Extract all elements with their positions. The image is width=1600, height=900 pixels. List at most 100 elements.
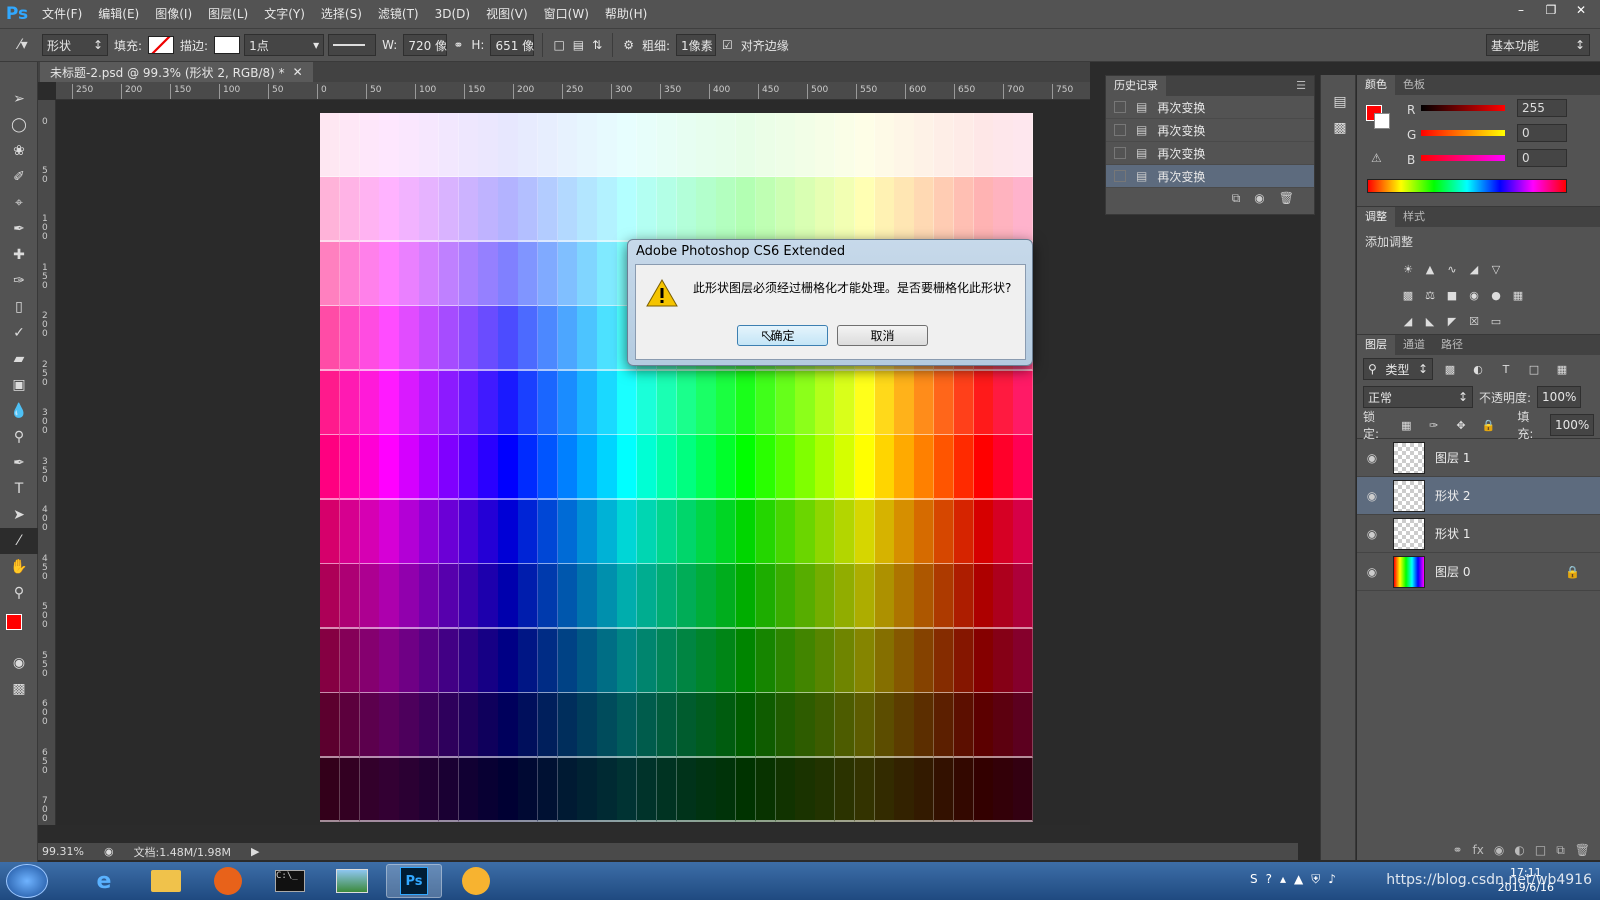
healing-brush-tool-icon[interactable]: ✚ [0, 242, 38, 268]
history-checkbox[interactable] [1114, 124, 1126, 136]
close-tab-icon[interactable]: ✕ [293, 65, 303, 79]
filter-smart-object-icon[interactable]: ▦ [1555, 363, 1569, 376]
quick-select-tool-icon[interactable]: ✐ [0, 164, 38, 190]
tab-adjustments[interactable]: 调整 [1357, 207, 1395, 227]
trash-icon[interactable]: 🗑 [1279, 191, 1294, 205]
cmd-icon[interactable]: C:\_ [262, 864, 318, 898]
history-item[interactable]: ▤ 再次变换 [1106, 96, 1314, 119]
tab-history[interactable]: 历史记录 [1106, 76, 1166, 96]
color-lookup-icon[interactable]: ▦ [1511, 283, 1525, 302]
tray-expand-icon[interactable]: ▴ [1280, 872, 1286, 887]
close-icon[interactable]: ✕ [1566, 0, 1596, 20]
dodge-tool-icon[interactable]: ⚲ [0, 424, 38, 450]
document-size[interactable]: 文档:1.48M/1.98M [134, 844, 231, 860]
minimize-icon[interactable]: – [1506, 0, 1536, 20]
layer-row[interactable]: ◉ 图层 0 🔒 [1357, 553, 1600, 591]
gear-icon[interactable]: ⚙ [621, 38, 636, 52]
shield-icon[interactable]: ⛨ [1311, 872, 1320, 887]
ime-icon[interactable]: S [1250, 872, 1258, 887]
stroke-swatch[interactable] [214, 36, 241, 54]
menu-item[interactable]: 选择(S) [313, 0, 370, 28]
g-slider[interactable] [1421, 130, 1505, 136]
tab-styles[interactable]: 样式 [1395, 207, 1433, 227]
lock-transparent-icon[interactable]: ▦ [1400, 419, 1413, 432]
history-checkbox[interactable] [1114, 101, 1126, 113]
menu-item[interactable]: 窗口(W) [536, 0, 597, 28]
path-alignment-icon[interactable]: ▤ [571, 38, 586, 52]
levels-icon[interactable]: ▲ [1423, 257, 1437, 276]
r-slider[interactable] [1421, 105, 1505, 111]
clock[interactable]: 17:11 2019/6/16 [1498, 865, 1554, 895]
photo-viewer-icon[interactable] [324, 864, 380, 898]
out-of-gamut-warning-icon[interactable]: ⚠ [1371, 151, 1382, 165]
lock-position-icon[interactable]: ✥ [1454, 419, 1467, 432]
visibility-eye-icon[interactable]: ◉ [1361, 489, 1383, 503]
invert-icon[interactable]: ◢ [1401, 309, 1415, 328]
quick-mask-icon[interactable]: ◉ [0, 650, 38, 676]
menu-item[interactable]: 编辑(E) [90, 0, 147, 28]
crop-tool-icon[interactable]: ⌖ [0, 190, 38, 216]
stroke-type-select[interactable] [328, 34, 377, 56]
layer-row[interactable]: ◉ 形状 1 [1357, 515, 1600, 553]
link-icon[interactable]: ⚭ [451, 38, 465, 52]
new-document-from-state-icon[interactable]: ⧉ [1232, 191, 1241, 206]
tab-channels[interactable]: 通道 [1395, 335, 1433, 355]
panel-menu-icon[interactable]: ☰ [1288, 76, 1314, 96]
layer-thumbnail[interactable] [1393, 441, 1425, 474]
eyedropper-tool-icon[interactable]: ✒ [0, 216, 38, 242]
align-edges-checkbox[interactable]: ☑ [720, 38, 735, 52]
zoom-level[interactable]: 99.31% [42, 845, 84, 858]
history-item[interactable]: ▤ 再次变换 [1106, 119, 1314, 142]
visibility-eye-icon[interactable]: ◉ [1361, 451, 1383, 465]
snapshot-camera-icon[interactable]: ◉ [1254, 191, 1264, 205]
blur-tool-icon[interactable]: 💧 [0, 398, 38, 424]
link-layers-icon[interactable]: ⚭ [1452, 843, 1462, 857]
stroke-width-field[interactable]: 1点 ▾ [244, 34, 325, 56]
selective-color-icon[interactable]: ☒ [1467, 309, 1481, 328]
clone-stamp-tool-icon[interactable]: ▯ [0, 294, 38, 320]
blend-mode-select[interactable]: 正常 ↕ [1363, 386, 1473, 408]
photo-filter-icon[interactable]: ◉ [1467, 283, 1481, 302]
cancel-button[interactable]: 取消 [837, 325, 928, 346]
screen-mode-icon[interactable]: ▩ [0, 676, 38, 702]
layer-name[interactable]: 图层 1 [1435, 449, 1470, 466]
path-arrangement-icon[interactable]: ⇅ [590, 38, 604, 52]
explorer-icon[interactable] [138, 864, 194, 898]
layer-name[interactable]: 图层 0 [1435, 563, 1470, 580]
r-value-field[interactable]: 255 [1517, 99, 1567, 117]
history-checkbox[interactable] [1114, 147, 1126, 159]
history-checkbox[interactable] [1114, 170, 1126, 182]
layer-style-icon[interactable]: fx [1473, 843, 1484, 857]
eraser-tool-icon[interactable]: ▰ [0, 346, 38, 372]
browser-icon[interactable] [448, 864, 504, 898]
properties-panel-icon[interactable]: ▩ [1321, 115, 1359, 141]
menu-item[interactable]: 帮助(H) [597, 0, 655, 28]
new-group-icon[interactable]: □ [1535, 843, 1546, 857]
menu-item[interactable]: 图层(L) [200, 0, 256, 28]
hue-saturation-icon[interactable]: ▩ [1401, 283, 1415, 302]
type-tool-icon[interactable]: T [0, 476, 38, 502]
pen-tool-icon[interactable]: ✒ [0, 450, 38, 476]
help-icon[interactable]: ? [1266, 872, 1272, 887]
color-ramp[interactable] [1367, 179, 1567, 193]
lock-all-icon[interactable]: 🔒 [1482, 419, 1496, 432]
menu-item[interactable]: 图像(I) [147, 0, 200, 28]
document-tab[interactable]: 未标题-2.psd @ 99.3% (形状 2, RGB/8) * ✕ [40, 62, 313, 82]
tool-mode-select[interactable]: 形状 ↕ [42, 34, 108, 56]
menu-item[interactable]: 文件(F) [34, 0, 90, 28]
lasso-tool-icon[interactable]: ❀ [0, 138, 38, 164]
document-canvas[interactable] [320, 113, 1033, 822]
menu-item[interactable]: 文字(Y) [256, 0, 313, 28]
g-value-field[interactable]: 0 [1517, 124, 1567, 142]
restore-icon[interactable]: ❐ [1536, 0, 1566, 20]
color-balance-icon[interactable]: ⚖ [1423, 283, 1437, 302]
foreground-color-swatch[interactable] [6, 614, 22, 630]
height-field[interactable]: 651 像 [490, 34, 535, 56]
history-panel-icon[interactable]: ▤ [1321, 89, 1359, 115]
line-tool-icon[interactable]: ⁄ [0, 528, 38, 554]
gradient-tool-icon[interactable]: ▣ [0, 372, 38, 398]
brightness-icon[interactable]: ☀ [1401, 257, 1415, 276]
opacity-field[interactable]: 100% [1537, 386, 1582, 408]
exposure-icon[interactable]: ◢ [1467, 257, 1481, 276]
photoshop-icon[interactable]: Ps [386, 864, 442, 898]
